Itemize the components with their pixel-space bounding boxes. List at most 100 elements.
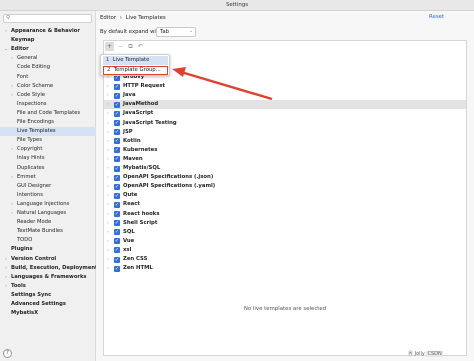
chevron-right-icon[interactable]: ›: [9, 200, 15, 209]
group-checkbox[interactable]: ✓: [114, 192, 120, 199]
group-checkbox[interactable]: ✓: [114, 92, 120, 99]
template-group-row[interactable]: › ✓ React: [104, 200, 466, 209]
template-group-row[interactable]: › ✓ Zen HTML: [104, 264, 466, 273]
group-checkbox[interactable]: ✓: [114, 120, 120, 126]
sidebar-item[interactable]: Reader Mode: [0, 218, 96, 227]
sidebar-item[interactable]: Font: [0, 73, 96, 82]
chevron-right-icon[interactable]: ›: [107, 119, 109, 128]
remove-icon[interactable]: −: [116, 42, 125, 51]
sidebar-item[interactable]: File and Code Templates: [0, 109, 96, 118]
template-group-row[interactable]: › ✓ Java: [104, 91, 466, 100]
group-checkbox[interactable]: ✓: [114, 83, 120, 90]
sidebar-item[interactable]: Settings Sync: [0, 291, 96, 300]
chevron-right-icon[interactable]: ›: [107, 182, 109, 191]
template-group-row[interactable]: › ✓ HTTP Request: [104, 82, 466, 91]
add-icon[interactable]: +: [105, 42, 114, 51]
template-group-row[interactable]: › ✓ Mybatis/SQL: [104, 164, 466, 173]
breadcrumb-parent[interactable]: Editor: [100, 15, 116, 21]
chevron-right-icon[interactable]: ›: [107, 246, 109, 255]
group-checkbox[interactable]: ✓: [114, 238, 120, 245]
help-icon[interactable]: ?: [3, 349, 12, 358]
sidebar-item[interactable]: › Color Scheme: [0, 82, 96, 91]
group-checkbox[interactable]: ✓: [114, 156, 120, 163]
expand-with-select[interactable]: Tab ⌄: [156, 27, 196, 37]
sidebar-item[interactable]: Code Editing: [0, 63, 96, 72]
sidebar-item[interactable]: Live Templates: [0, 127, 96, 137]
template-group-row[interactable]: › ✓ JavaScript Testing: [104, 119, 466, 128]
chevron-right-icon[interactable]: ›: [9, 145, 15, 154]
template-group-row[interactable]: › ✓ Maven: [104, 155, 466, 164]
chevron-right-icon[interactable]: ›: [107, 210, 109, 219]
chevron-right-icon[interactable]: ›: [107, 137, 109, 146]
chevron-down-icon[interactable]: ⌄: [3, 45, 9, 54]
template-group-row[interactable]: › ✓ Shell Script: [104, 219, 466, 228]
group-checkbox[interactable]: ✓: [114, 129, 120, 136]
chevron-right-icon[interactable]: ›: [107, 91, 109, 100]
chevron-right-icon[interactable]: ›: [9, 82, 15, 91]
group-checkbox[interactable]: ✓: [114, 110, 120, 117]
chevron-right-icon[interactable]: ›: [107, 109, 109, 118]
sidebar-item[interactable]: › Tools: [0, 282, 96, 291]
sidebar-item[interactable]: Plugins: [0, 245, 96, 254]
chevron-right-icon[interactable]: ›: [107, 173, 109, 182]
group-checkbox[interactable]: ✓: [114, 247, 120, 254]
template-group-row[interactable]: › ✓ Kubernetes: [104, 146, 466, 155]
template-group-row[interactable]: › ✓ OpenAPI Specifications (.json): [104, 173, 466, 182]
template-group-row[interactable]: › ✓ Zen CSS: [104, 255, 466, 264]
sidebar-item[interactable]: Intentions: [0, 191, 96, 200]
template-group-row[interactable]: › ✓ OpenAPI Specifications (.yaml): [104, 182, 466, 191]
sidebar-item[interactable]: MybatisX: [0, 309, 96, 318]
template-group-row[interactable]: › ✓ Kotlin: [104, 137, 466, 146]
template-group-row[interactable]: › ✓ Vue: [104, 237, 466, 246]
group-checkbox[interactable]: ✓: [114, 138, 120, 145]
group-checkbox[interactable]: ✓: [114, 147, 120, 154]
sidebar-item[interactable]: › Build, Execution, Deployment: [0, 264, 97, 273]
sidebar-item[interactable]: Advanced Settings: [0, 300, 96, 309]
sidebar-item[interactable]: GUI Designer: [0, 182, 96, 191]
chevron-right-icon[interactable]: ›: [9, 91, 15, 100]
menu-item-live-template[interactable]: 1 Live Template: [103, 56, 168, 65]
chevron-right-icon[interactable]: ›: [9, 173, 15, 182]
chevron-right-icon[interactable]: ›: [3, 282, 9, 291]
template-group-row[interactable]: › ✓ JSP: [104, 128, 466, 137]
group-checkbox[interactable]: ✓: [114, 265, 120, 272]
sidebar-item[interactable]: TODO: [0, 236, 96, 245]
chevron-right-icon[interactable]: ›: [107, 264, 109, 273]
chevron-right-icon[interactable]: ›: [107, 191, 109, 200]
sidebar-item[interactable]: › Language Injections: [0, 200, 96, 209]
group-checkbox[interactable]: ✓: [114, 229, 120, 236]
chevron-right-icon[interactable]: ›: [107, 237, 109, 246]
sidebar-item[interactable]: TextMate Bundles: [0, 227, 96, 236]
template-group-row[interactable]: › ✓ JavaScript: [104, 109, 466, 118]
chevron-right-icon[interactable]: ›: [107, 128, 109, 137]
group-checkbox[interactable]: ✓: [114, 211, 120, 217]
sidebar-item[interactable]: › Version Control: [0, 255, 96, 264]
chevron-right-icon[interactable]: ›: [3, 264, 9, 273]
chevron-right-icon[interactable]: ›: [107, 146, 109, 155]
sidebar-item[interactable]: Inlay Hints: [0, 154, 96, 163]
group-checkbox[interactable]: ✓: [114, 256, 120, 263]
sidebar-item[interactable]: File Types: [0, 136, 96, 145]
sidebar-item[interactable]: › Code Style: [0, 91, 96, 100]
reset-button[interactable]: Reset: [429, 14, 444, 20]
chevron-right-icon[interactable]: ›: [3, 255, 9, 264]
sidebar-item[interactable]: File Encodings: [0, 118, 96, 127]
sidebar-item[interactable]: › Languages & Frameworks: [0, 273, 96, 282]
template-group-row[interactable]: › ✓ SQL: [104, 228, 466, 237]
copy-icon[interactable]: ⧉: [126, 42, 135, 51]
chevron-right-icon[interactable]: ›: [9, 54, 15, 63]
sidebar-item[interactable]: ⌄ Editor: [0, 45, 96, 54]
group-checkbox[interactable]: ✓: [114, 183, 120, 190]
sidebar-item[interactable]: › Emmet: [0, 173, 96, 182]
chevron-right-icon[interactable]: ›: [107, 200, 109, 209]
chevron-right-icon[interactable]: ›: [107, 155, 109, 164]
settings-search-input[interactable]: ⚲: [3, 14, 92, 23]
chevron-right-icon[interactable]: ›: [3, 273, 9, 282]
template-group-row[interactable]: › ✓ React hooks: [104, 210, 466, 219]
chevron-right-icon[interactable]: ›: [107, 219, 109, 228]
group-checkbox[interactable]: ✓: [114, 165, 120, 172]
chevron-right-icon[interactable]: ›: [3, 27, 9, 36]
template-group-row[interactable]: › ✓ Qute: [104, 191, 466, 200]
group-checkbox[interactable]: ✓: [114, 201, 120, 208]
chevron-right-icon[interactable]: ›: [9, 209, 15, 218]
